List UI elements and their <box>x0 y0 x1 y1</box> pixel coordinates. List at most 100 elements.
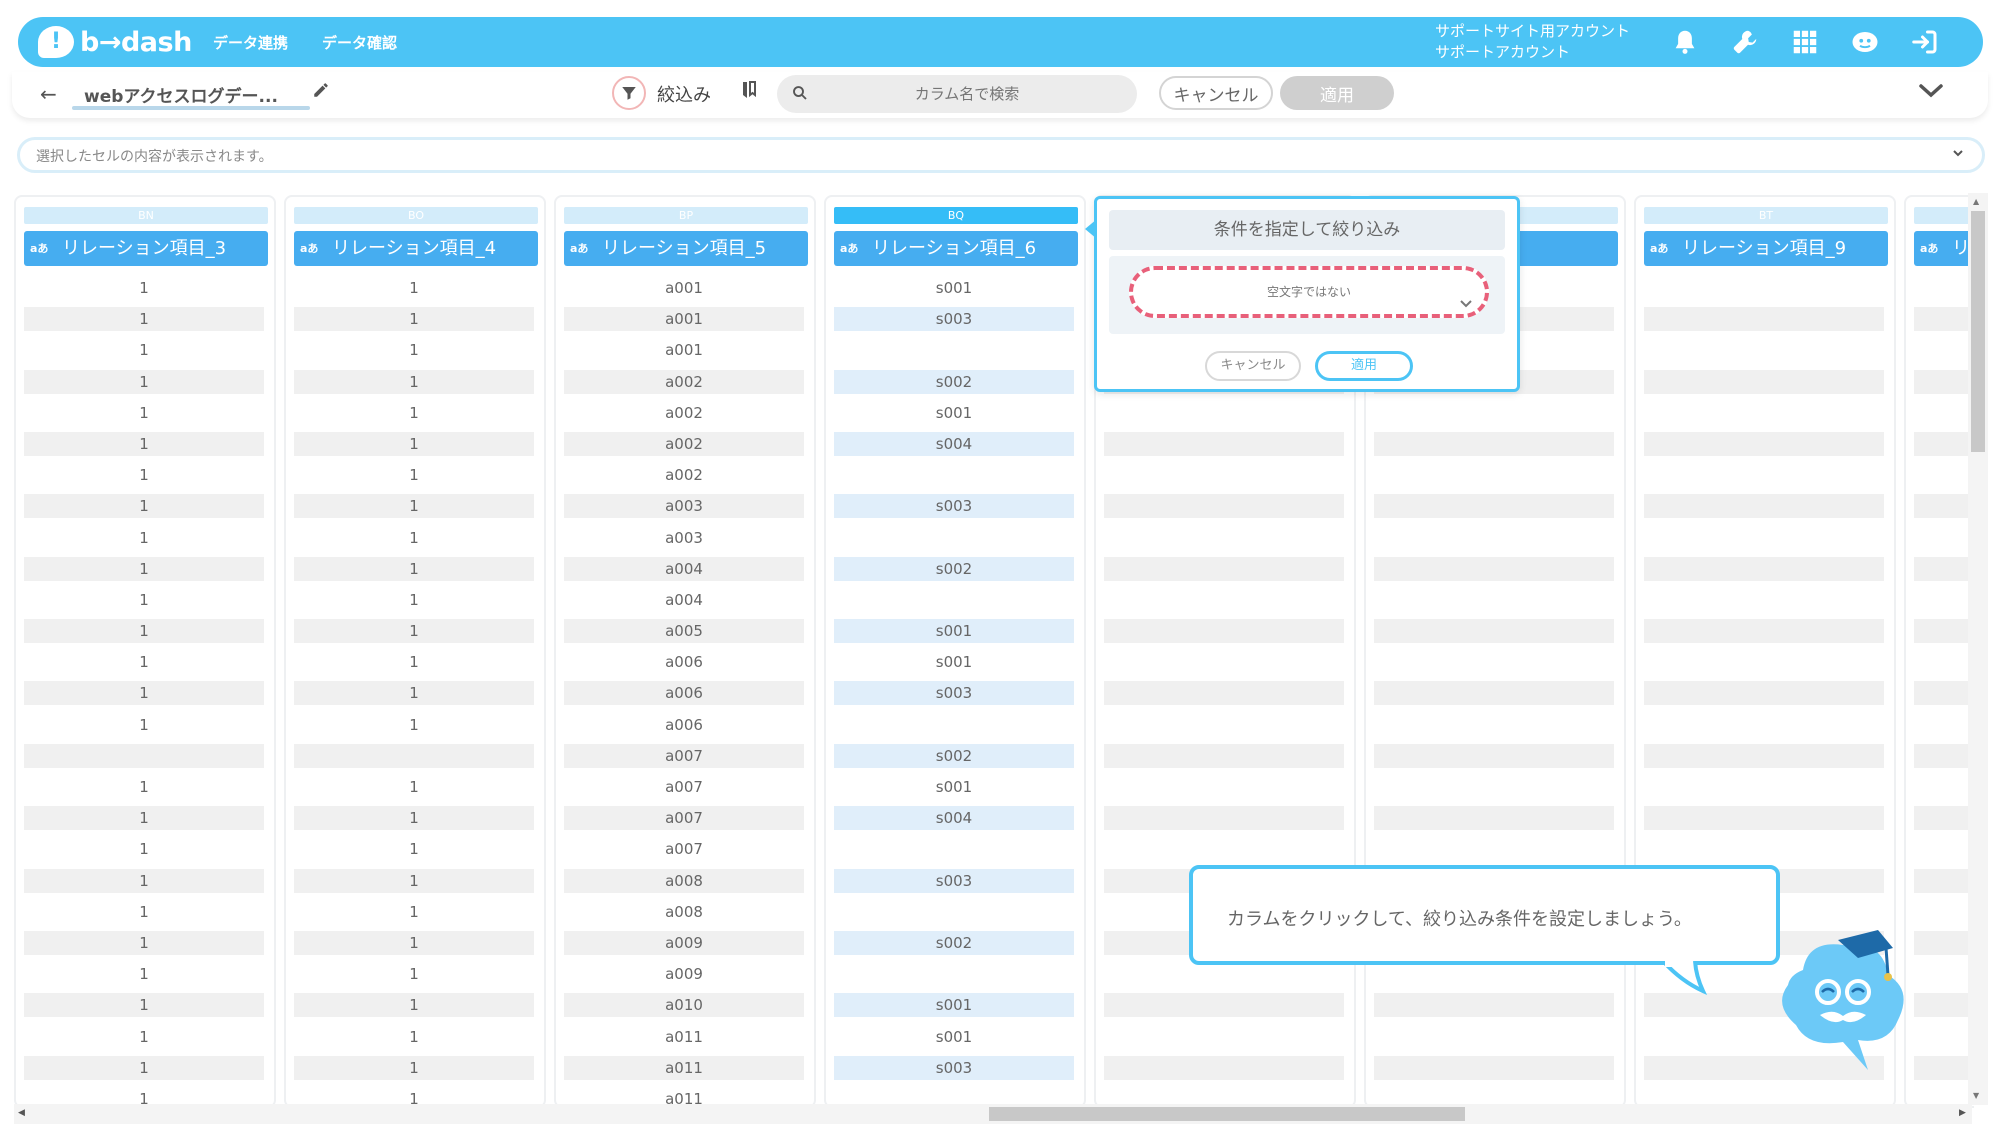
table-cell[interactable] <box>24 740 268 771</box>
column-header[interactable]: aあ リレーション項目_5 <box>564 231 808 266</box>
table-cell[interactable]: a002 <box>564 397 808 428</box>
table-cell[interactable] <box>834 709 1078 740</box>
table-cell[interactable] <box>1914 615 1974 646</box>
table-cell[interactable]: 1 <box>24 771 268 802</box>
table-cell[interactable]: 1 <box>294 989 538 1020</box>
table-cell[interactable] <box>1104 522 1348 553</box>
table-cell[interactable]: a011 <box>564 1052 808 1083</box>
table-cell[interactable] <box>1914 553 1974 584</box>
table-cell[interactable]: 1 <box>294 927 538 958</box>
table-cell[interactable] <box>1104 428 1348 459</box>
condition-select[interactable]: 空文字ではない <box>1129 266 1489 318</box>
table-cell[interactable]: 1 <box>24 553 268 584</box>
table-cell[interactable] <box>1374 677 1618 708</box>
table-cell[interactable]: s001 <box>834 615 1078 646</box>
table-cell[interactable]: 1 <box>24 272 268 303</box>
table-cell[interactable]: s003 <box>834 490 1078 521</box>
column-header[interactable]: aあ リレーション項目_6 <box>834 231 1078 266</box>
table-cell[interactable]: 1 <box>294 958 538 989</box>
table-cell[interactable]: a007 <box>564 802 808 833</box>
table-cell[interactable]: s001 <box>834 771 1078 802</box>
table-cell[interactable] <box>1644 802 1888 833</box>
table-cell[interactable]: a002 <box>564 459 808 490</box>
table-cell[interactable]: a008 <box>564 865 808 896</box>
table-cell[interactable]: a006 <box>564 677 808 708</box>
column-letter[interactable]: BQ <box>834 207 1078 224</box>
table-cell[interactable]: 1 <box>294 522 538 553</box>
apply-button[interactable]: 適用 <box>1280 76 1394 110</box>
table-cell[interactable] <box>1374 522 1618 553</box>
bookmark-icon[interactable] <box>739 80 759 108</box>
column-letter[interactable]: BT <box>1644 207 1888 224</box>
table-cell[interactable]: 1 <box>294 615 538 646</box>
table-cell[interactable]: 1 <box>294 490 538 521</box>
table-cell[interactable] <box>1644 490 1888 521</box>
table-cell[interactable]: 1 <box>24 522 268 553</box>
table-cell[interactable]: a004 <box>564 584 808 615</box>
table-cell[interactable] <box>1104 740 1348 771</box>
table-cell[interactable] <box>1104 677 1348 708</box>
table-cell[interactable]: s001 <box>834 397 1078 428</box>
table-cell[interactable]: 1 <box>24 958 268 989</box>
table-cell[interactable] <box>1374 740 1618 771</box>
table-cell[interactable] <box>1914 989 1974 1020</box>
wrench-icon[interactable] <box>1728 25 1762 59</box>
table-cell[interactable] <box>1914 771 1974 802</box>
table-cell[interactable]: 1 <box>294 802 538 833</box>
cell-content-bar[interactable]: 選択したセルの内容が表示されます。 <box>17 137 1985 173</box>
table-cell[interactable]: 1 <box>294 833 538 864</box>
scroll-up-arrow-icon[interactable]: ▲ <box>1973 197 1979 206</box>
table-cell[interactable] <box>1104 1052 1348 1083</box>
table-cell[interactable] <box>1914 865 1974 896</box>
table-cell[interactable]: 1 <box>294 709 538 740</box>
table-cell[interactable] <box>1914 522 1974 553</box>
table-cell[interactable]: 1 <box>24 927 268 958</box>
table-cell[interactable]: 1 <box>24 615 268 646</box>
table-cell[interactable] <box>1914 802 1974 833</box>
table-cell[interactable] <box>1914 428 1974 459</box>
table-cell[interactable] <box>1104 615 1348 646</box>
table-cell[interactable] <box>1644 366 1888 397</box>
scroll-right-arrow-icon[interactable]: ▶ <box>1959 1108 1966 1118</box>
pencil-edit-icon[interactable] <box>312 81 330 103</box>
table-cell[interactable]: a010 <box>564 989 808 1020</box>
table-cell[interactable] <box>1644 303 1888 334</box>
table-cell[interactable]: 1 <box>24 989 268 1020</box>
column-letter[interactable]: BP <box>564 207 808 224</box>
table-cell[interactable] <box>1644 615 1888 646</box>
table-cell[interactable] <box>1914 334 1974 365</box>
column-header[interactable]: aあ リレーション項目_3 <box>24 231 268 266</box>
table-cell[interactable] <box>1374 553 1618 584</box>
table-cell[interactable]: s003 <box>834 303 1078 334</box>
table-cell[interactable]: 1 <box>294 1052 538 1083</box>
table-cell[interactable] <box>834 896 1078 927</box>
account-info[interactable]: サポートサイト用アカウント サポートアカウント <box>1435 21 1630 63</box>
table-cell[interactable]: s002 <box>834 740 1078 771</box>
table-cell[interactable] <box>1644 459 1888 490</box>
table-cell[interactable] <box>1104 584 1348 615</box>
table-cell[interactable]: s001 <box>834 272 1078 303</box>
column-search-input[interactable] <box>817 75 1117 113</box>
table-cell[interactable] <box>1914 366 1974 397</box>
table-cell[interactable] <box>1914 1021 1974 1052</box>
grid-column[interactable]: BO aあ リレーション項目_4 1 1 1 1 1 1 1 1 1 1 1 1 1 1 1 1 1 1 1 1 1 1 1 1 1 1 <box>284 195 546 1108</box>
table-cell[interactable] <box>1914 584 1974 615</box>
table-cell[interactable]: 1 <box>294 771 538 802</box>
table-cell[interactable] <box>1914 303 1974 334</box>
table-cell[interactable]: 1 <box>294 865 538 896</box>
table-cell[interactable] <box>1374 1021 1618 1052</box>
table-cell[interactable]: 1 <box>294 553 538 584</box>
bell-icon[interactable] <box>1668 25 1702 59</box>
table-cell[interactable] <box>1644 740 1888 771</box>
table-cell[interactable]: 1 <box>24 677 268 708</box>
table-cell[interactable] <box>1644 584 1888 615</box>
table-cell[interactable] <box>1374 771 1618 802</box>
table-cell[interactable]: a002 <box>564 366 808 397</box>
table-cell[interactable]: 1 <box>24 303 268 334</box>
table-cell[interactable] <box>1374 490 1618 521</box>
table-cell[interactable]: s001 <box>834 646 1078 677</box>
table-cell[interactable]: a002 <box>564 428 808 459</box>
logout-icon[interactable] <box>1908 25 1942 59</box>
column-letter[interactable]: BN <box>24 207 268 224</box>
table-cell[interactable] <box>294 740 538 771</box>
